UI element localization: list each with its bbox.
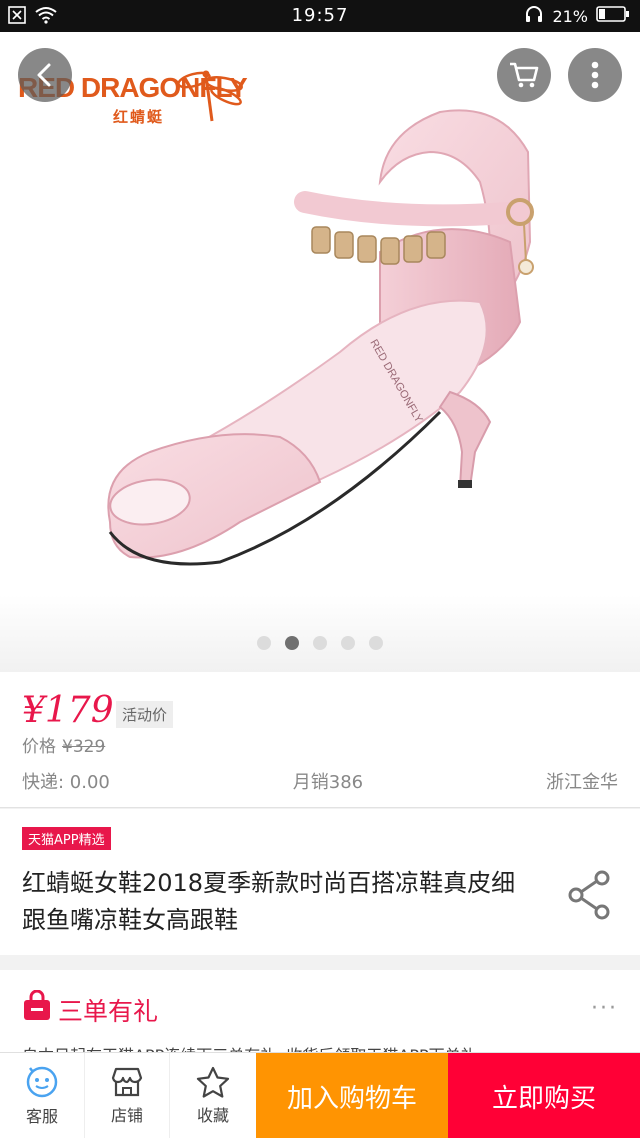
headset-icon (524, 5, 544, 27)
shop-button[interactable]: 店铺 (85, 1053, 170, 1138)
ship-from-location: 浙江金华 (545, 772, 618, 793)
share-button[interactable] (566, 869, 612, 925)
product-title: 红蜻蜓女鞋2018夏季新款时尚百搭凉鞋真皮细跟鱼嘴凉鞋女高跟鞋 (22, 869, 516, 934)
promo-more-icon[interactable]: ··· (591, 996, 618, 1021)
bottom-action-bar: 客服 店铺 收藏 加入购物车 立即购买 (0, 1052, 640, 1138)
original-price-row: 价格 ¥329 (22, 732, 105, 757)
customer-service-button[interactable]: 客服 (0, 1053, 85, 1138)
gallery-dot[interactable] (313, 636, 327, 650)
customer-service-icon (26, 1066, 58, 1098)
buy-now-button[interactable]: 立即购买 (448, 1053, 640, 1138)
promo-section[interactable]: 三单有礼 ··· 自本日起在天猫APP连续下三单有礼, 收货后领取天猫APP下单… (0, 970, 640, 1065)
gallery-pagination (0, 636, 640, 650)
gallery-dot[interactable] (257, 636, 271, 650)
title-section: 天猫APP精选 红蜻蜓女鞋2018夏季新款时尚百搭凉鞋真皮细跟鱼嘴凉鞋女高跟鞋 (0, 809, 640, 955)
share-icon (568, 870, 610, 920)
tmall-app-badge: 天猫APP精选 (22, 827, 111, 850)
status-bar: 19:57 21% (0, 0, 640, 32)
current-price: ¥179 (22, 690, 114, 731)
back-button[interactable] (18, 48, 72, 102)
price-section: ¥179 活动价 价格 ¥329 快递: 0.00 月销386 浙江金华 (0, 672, 640, 808)
status-right: 21% (524, 5, 630, 27)
shop-icon (111, 1067, 143, 1097)
star-icon (196, 1066, 230, 1098)
shopping-bag-icon (22, 989, 52, 1026)
product-image: RED DRAGONFLY (107, 109, 534, 566)
original-price-label: 价格 (22, 737, 56, 757)
gallery-dot[interactable] (369, 636, 383, 650)
favorite-button[interactable]: 收藏 (170, 1053, 256, 1138)
gallery-dot-active[interactable] (285, 636, 299, 650)
price-tag: 活动价 (116, 701, 174, 728)
add-to-cart-button[interactable]: 加入购物车 (256, 1053, 448, 1138)
customer-service-label: 客服 (25, 1107, 58, 1126)
more-vertical-icon (591, 61, 599, 89)
original-price-value: ¥329 (62, 737, 106, 757)
battery-icon (596, 5, 630, 27)
more-button[interactable] (568, 48, 622, 102)
chevron-left-icon (37, 63, 51, 87)
battery-percent: 21% (552, 6, 588, 26)
favorite-label: 收藏 (196, 1106, 229, 1125)
product-gallery[interactable]: RED DRAGONFLY 红蜻蜓 RED DRAGONFLY (0, 32, 640, 672)
shipping-fee: 快递: 0.00 (22, 772, 110, 793)
promo-title: 三单有礼 (58, 997, 159, 1026)
gallery-dot[interactable] (341, 636, 355, 650)
meta-row: 快递: 0.00 月销386 浙江金华 (22, 768, 618, 794)
product-detail-screen: 19:57 21% RED DRAGONFLY 红蜻蜓 RED DRAGONFL… (0, 0, 640, 1138)
monthly-sales: 月销386 (292, 772, 364, 793)
cart-icon (510, 62, 539, 88)
shop-label: 店铺 (110, 1106, 143, 1125)
